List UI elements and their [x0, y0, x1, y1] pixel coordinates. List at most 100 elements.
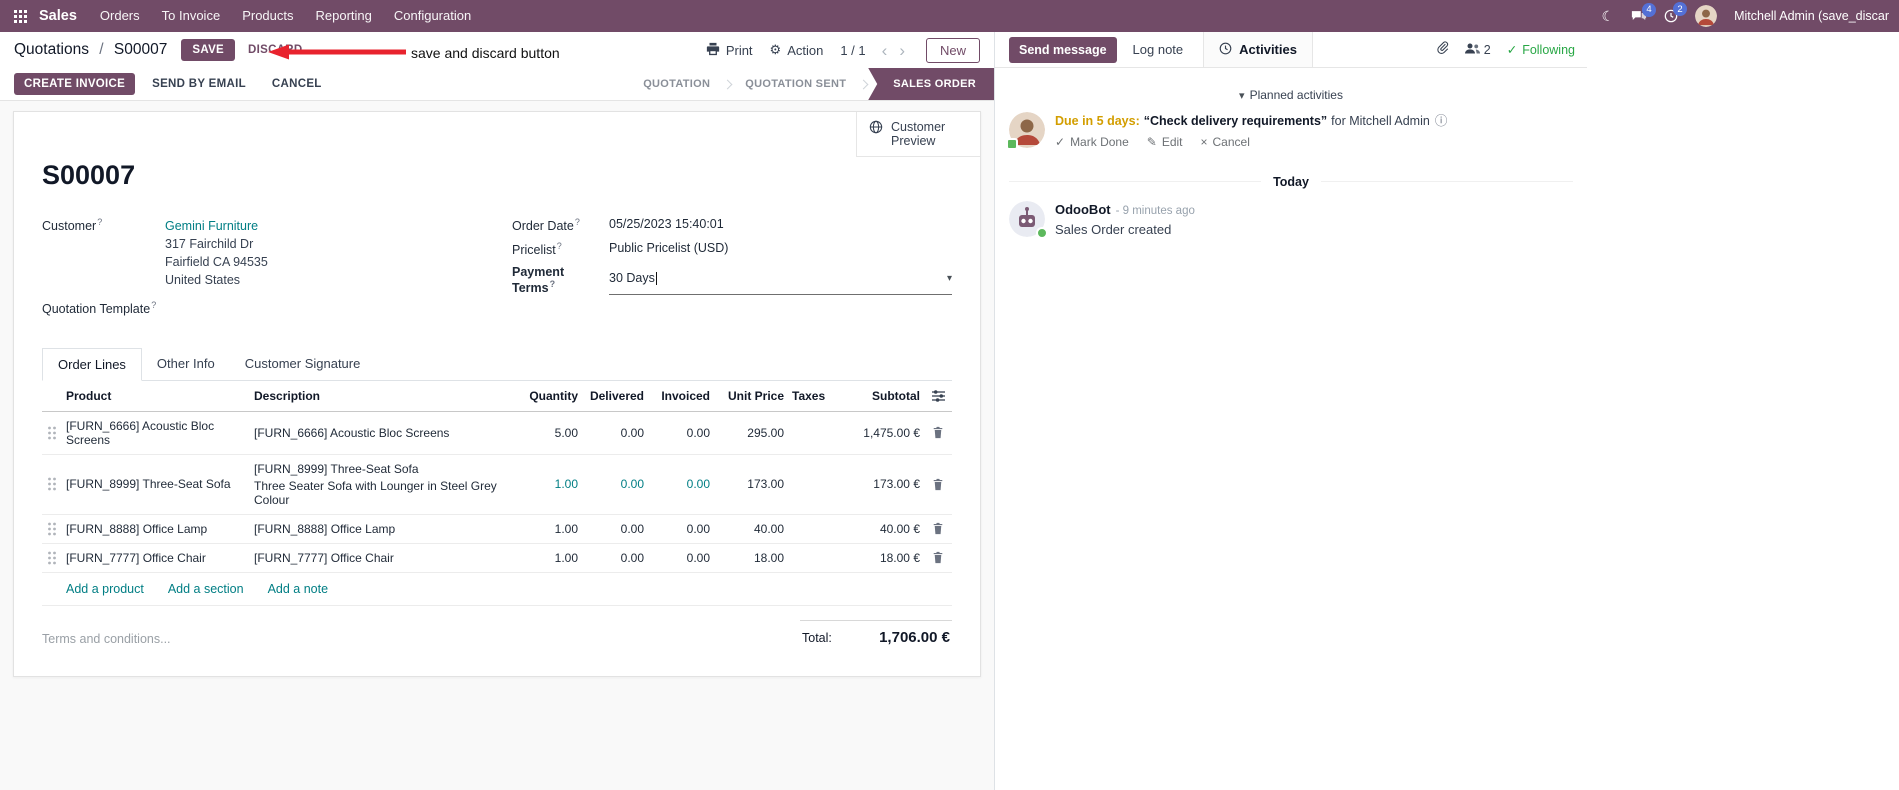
cell-unit-price[interactable]: 18.00	[714, 544, 788, 572]
order-date-field[interactable]: 05/25/2023 15:40:01	[609, 217, 724, 233]
table-row[interactable]: [FURN_8999] Three-Seat Sofa [FURN_8999] …	[42, 455, 952, 515]
planned-activities-header[interactable]: ▾ Planned activities	[1009, 88, 1573, 102]
cell-taxes[interactable]	[788, 426, 832, 440]
cell-quantity[interactable]: 5.00	[524, 419, 582, 447]
cell-invoiced[interactable]: 0.00	[648, 470, 714, 498]
activity-clock-icon[interactable]: 2	[1664, 2, 1688, 23]
cell-delivered[interactable]: 0.00	[582, 544, 648, 572]
new-button[interactable]: New	[925, 37, 980, 63]
cell-description[interactable]: [FURN_8888] Office Lamp	[250, 515, 524, 543]
cell-delivered[interactable]: 0.00	[582, 470, 648, 498]
cell-quantity[interactable]: 1.00	[524, 515, 582, 543]
activities-button[interactable]: Activities	[1203, 32, 1313, 67]
cell-unit-price[interactable]: 295.00	[714, 419, 788, 447]
edit-activity-button[interactable]: ✎ Edit	[1147, 135, 1183, 149]
menu-products[interactable]: Products	[231, 0, 304, 32]
cell-quantity[interactable]: 1.00	[524, 544, 582, 572]
followers-button[interactable]: 2	[1464, 42, 1491, 58]
table-row[interactable]: [FURN_7777] Office Chair [FURN_7777] Off…	[42, 544, 952, 573]
tab-other-info[interactable]: Other Info	[142, 348, 230, 380]
send-by-email-button[interactable]: SEND BY EMAIL	[143, 73, 255, 95]
delete-row-icon[interactable]	[924, 471, 952, 498]
user-menu[interactable]: Mitchell Admin (save_discar	[1734, 9, 1889, 23]
add-a-product-link[interactable]: Add a product	[66, 582, 144, 596]
stage-sales-order[interactable]: SALES ORDER	[868, 68, 994, 100]
cell-unit-price[interactable]: 40.00	[714, 515, 788, 543]
cell-invoiced[interactable]: 0.00	[648, 544, 714, 572]
drag-handle-icon[interactable]	[42, 515, 62, 543]
delete-row-icon[interactable]	[924, 515, 952, 542]
app-name[interactable]: Sales	[39, 8, 77, 24]
apps-grid-icon[interactable]	[10, 9, 31, 23]
dropdown-caret-icon[interactable]: ▾	[947, 273, 952, 284]
tab-order-lines[interactable]: Order Lines	[42, 347, 142, 381]
col-invoiced[interactable]: Invoiced	[648, 381, 714, 411]
cell-description[interactable]: [FURN_8999] Three-Seat Sofa Three Seater…	[250, 455, 524, 514]
menu-reporting[interactable]: Reporting	[305, 0, 383, 32]
customer-preview-button[interactable]: Customer Preview	[856, 112, 980, 157]
cell-delivered[interactable]: 0.00	[582, 515, 648, 543]
delete-row-icon[interactable]	[924, 419, 952, 446]
cell-product[interactable]: [FURN_6666] Acoustic Bloc Screens	[62, 412, 250, 454]
cell-description[interactable]: [FURN_7777] Office Chair	[250, 544, 524, 572]
cancel-activity-button[interactable]: × Cancel	[1201, 135, 1250, 149]
print-button[interactable]: Print	[706, 42, 753, 59]
col-product[interactable]: Product	[62, 381, 250, 411]
stage-quotation[interactable]: QUOTATION	[630, 68, 723, 100]
drag-handle-icon[interactable]	[42, 470, 62, 498]
activity-avatar[interactable]	[1006, 112, 1045, 150]
stage-quotation-sent[interactable]: QUOTATION SENT	[732, 68, 859, 100]
menu-orders[interactable]: Orders	[89, 0, 151, 32]
customer-field[interactable]: Gemini Furniture 317 Fairchild Dr Fairfi…	[165, 217, 268, 290]
cell-taxes[interactable]	[788, 522, 832, 536]
payment-terms-field[interactable]: 30 Days ▾	[609, 265, 952, 296]
cell-quantity[interactable]: 1.00	[524, 470, 582, 498]
cell-taxes[interactable]	[788, 551, 832, 565]
col-taxes[interactable]: Taxes	[788, 381, 832, 411]
optional-columns-icon[interactable]	[924, 382, 952, 410]
cell-description[interactable]: [FURN_6666] Acoustic Bloc Screens	[250, 419, 524, 447]
info-icon[interactable]: ⓘ	[1435, 114, 1448, 128]
save-button[interactable]: SAVE	[181, 39, 236, 61]
delete-row-icon[interactable]	[924, 544, 952, 571]
cell-product[interactable]: [FURN_8888] Office Lamp	[62, 515, 250, 543]
menu-configuration[interactable]: Configuration	[383, 0, 482, 32]
col-unit-price[interactable]: Unit Price	[714, 381, 788, 411]
col-quantity[interactable]: Quantity	[524, 381, 582, 411]
mark-done-button[interactable]: ✓ Mark Done	[1055, 135, 1129, 149]
attachments-icon[interactable]	[1436, 40, 1449, 59]
log-note-button[interactable]: Log note	[1133, 42, 1184, 57]
discard-button[interactable]: DISCARD	[239, 39, 312, 61]
messages-icon[interactable]: 4	[1631, 2, 1657, 23]
tab-customer-signature[interactable]: Customer Signature	[230, 348, 376, 380]
add-a-note-link[interactable]: Add a note	[268, 582, 328, 596]
breadcrumb-quotations[interactable]: Quotations	[14, 41, 89, 58]
cell-invoiced[interactable]: 0.00	[648, 515, 714, 543]
message-author[interactable]: OdooBot	[1055, 202, 1111, 217]
pager-previous-icon[interactable]: ‹	[878, 42, 892, 59]
create-invoice-button[interactable]: CREATE INVOICE	[14, 73, 136, 95]
terms-and-conditions-input[interactable]: Terms and conditions...	[42, 632, 171, 646]
drag-handle-icon[interactable]	[42, 544, 62, 572]
odoobot-avatar[interactable]	[1009, 200, 1048, 239]
following-button[interactable]: ✓ Following	[1507, 42, 1575, 58]
dark-mode-icon[interactable]: ☾	[1602, 8, 1615, 25]
col-delivered[interactable]: Delivered	[582, 381, 648, 411]
col-subtotal[interactable]: Subtotal	[832, 381, 924, 411]
cell-product[interactable]: [FURN_7777] Office Chair	[62, 544, 250, 572]
cell-taxes[interactable]	[788, 477, 832, 491]
col-description[interactable]: Description	[250, 381, 524, 411]
cell-unit-price[interactable]: 173.00	[714, 470, 788, 498]
cell-product[interactable]: [FURN_8999] Three-Seat Sofa	[62, 470, 250, 498]
cancel-button[interactable]: CANCEL	[263, 73, 331, 95]
send-message-button[interactable]: Send message	[1009, 36, 1117, 63]
pricelist-field[interactable]: Public Pricelist (USD)	[609, 241, 728, 257]
customer-link[interactable]: Gemini Furniture	[165, 219, 258, 233]
cell-invoiced[interactable]: 0.00	[648, 419, 714, 447]
pager-next-icon[interactable]: ›	[895, 42, 909, 59]
cell-delivered[interactable]: 0.00	[582, 419, 648, 447]
table-row[interactable]: [FURN_6666] Acoustic Bloc Screens [FURN_…	[42, 412, 952, 455]
action-button[interactable]: ⚙ Action	[770, 42, 824, 58]
table-row[interactable]: [FURN_8888] Office Lamp [FURN_8888] Offi…	[42, 515, 952, 544]
user-avatar[interactable]	[1695, 5, 1718, 27]
